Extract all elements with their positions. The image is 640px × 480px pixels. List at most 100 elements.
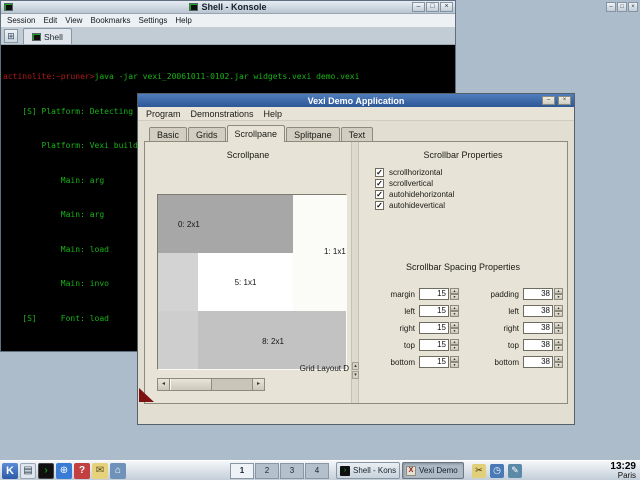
bottom-2-spinner-value[interactable]: 38 — [523, 356, 553, 368]
menu-demonstrations[interactable]: Demonstrations — [186, 109, 259, 119]
new-session-button[interactable]: ⊞ — [4, 29, 18, 43]
vexi-titlebar[interactable]: Vexi Demo Application – × — [138, 94, 574, 107]
pager-desktop-3[interactable]: 3 — [280, 463, 304, 479]
pager-desktop-1[interactable]: 1 — [230, 463, 254, 479]
panel-splitter[interactable]: ▴ ▾ — [351, 142, 359, 403]
spacing-row: margin 15 ▴▾ padding 38 ▴▾ — [361, 288, 563, 300]
spinner-down-icon[interactable]: ▾ — [450, 294, 459, 300]
check-icon: ✓ — [376, 168, 383, 177]
splitter-down-icon[interactable]: ▾ — [352, 371, 359, 379]
scrollpane-viewport[interactable]: 0: 2x1 5: 1x1 8: 2x1 1: 1x1 — [157, 194, 347, 370]
konsole-window-menu-button[interactable] — [3, 2, 14, 12]
konsole-launcher-icon[interactable]: › — [38, 463, 54, 479]
task-button-konsole[interactable]: › Shell - Kons — [336, 462, 400, 479]
top-spinner-value[interactable]: 15 — [419, 339, 449, 351]
checkbox-row: ✓ autohidehorizontal — [375, 190, 454, 199]
task-button-vexi[interactable]: X Vexi Demo — [402, 462, 464, 479]
spinner-down-icon[interactable]: ▾ — [450, 345, 459, 351]
menu-help[interactable]: Help — [171, 16, 195, 25]
spacing-heading: Scrollbar Spacing Properties — [359, 262, 567, 272]
grid-cell-8: 8: 2x1 — [198, 311, 347, 370]
vexi-menubar: Program Demonstrations Help — [138, 107, 574, 121]
tab-scrollpane[interactable]: Scrollpane — [227, 125, 286, 142]
spacing-row: top 15 ▴▾ top 38 ▴▾ — [361, 339, 563, 351]
tab-text[interactable]: Text — [341, 127, 374, 141]
terminal-icon — [4, 3, 13, 11]
right-2-spinner-value[interactable]: 38 — [523, 322, 553, 334]
checkbox-scrollhorizontal[interactable]: ✓ — [375, 168, 384, 177]
spinner-down-icon[interactable]: ▾ — [450, 362, 459, 368]
left-2-spinner-value[interactable]: 38 — [523, 305, 553, 317]
margin-spinner-value[interactable]: 15 — [419, 288, 449, 300]
menu-bookmarks[interactable]: Bookmarks — [86, 16, 134, 25]
maximize-icon[interactable]: □ — [617, 2, 627, 12]
task-label: Shell - Kons — [353, 466, 396, 475]
horizontal-scrollbar[interactable]: ◂ ▸ — [157, 378, 265, 391]
menu-edit[interactable]: Edit — [39, 16, 61, 25]
scroll-left-icon[interactable]: ◂ — [158, 379, 170, 390]
konsole-close-button[interactable]: × — [440, 2, 453, 12]
minimize-icon[interactable]: – — [606, 2, 616, 12]
scrollpane-demo-content: Scrollpane 0: 2x1 5: 1x1 8: 2x1 1: 1x1 ◂… — [144, 141, 568, 404]
terminal-line: actinolite:~pruner>java -jar vexi_200610… — [3, 71, 453, 83]
spinner-down-icon[interactable]: ▾ — [450, 311, 459, 317]
padding-spinner-value[interactable]: 38 — [523, 288, 553, 300]
checkbox-autohidevertical[interactable]: ✓ — [375, 201, 384, 210]
home-launcher-icon[interactable]: ⌂ — [110, 463, 126, 479]
clock-zone: Paris — [610, 471, 636, 480]
checkbox-label: scrollhorizontal — [389, 168, 442, 177]
konqueror-launcher-icon[interactable]: ⊕ — [56, 463, 72, 479]
mail-launcher-icon[interactable]: ✉ — [92, 463, 108, 479]
konsole-titlebar[interactable]: Shell - Konsole – □ × — [1, 1, 455, 14]
menu-program[interactable]: Program — [141, 109, 186, 119]
tab-basic[interactable]: Basic — [149, 127, 187, 141]
scrollbar-thumb[interactable] — [170, 379, 212, 390]
grid-cell-0: 0: 2x1 — [158, 195, 293, 253]
panel-clock[interactable]: 13:29 Paris — [610, 462, 636, 480]
right-spinner-value[interactable]: 15 — [419, 322, 449, 334]
menu-settings[interactable]: Settings — [134, 16, 171, 25]
spacing-row: left 15 ▴▾ left 38 ▴▾ — [361, 305, 563, 317]
scrollpane-heading: Scrollpane — [145, 150, 351, 160]
tab-splitpane[interactable]: Splitpane — [286, 127, 340, 141]
klipper-tray-icon[interactable]: ✂ — [472, 464, 486, 478]
properties-heading: Scrollbar Properties — [359, 150, 567, 160]
close-icon[interactable]: × — [628, 2, 638, 12]
checkbox-row: ✓ autohidevertical — [375, 201, 445, 210]
tab-grids[interactable]: Grids — [188, 127, 226, 141]
spinner-down-icon[interactable]: ▾ — [554, 362, 563, 368]
task-label: Vexi Demo — [419, 466, 458, 475]
scroll-right-icon[interactable]: ▸ — [252, 379, 264, 390]
scrollbar-properties-panel: Scrollbar Properties ✓ scrollhorizontal … — [359, 142, 567, 403]
bottom-spinner-value[interactable]: 15 — [419, 356, 449, 368]
konsole-minimize-button[interactable]: – — [412, 2, 425, 12]
help-launcher-icon[interactable]: ? — [74, 463, 90, 479]
spinner-down-icon[interactable]: ▾ — [554, 311, 563, 317]
left-spinner-value[interactable]: 15 — [419, 305, 449, 317]
konsole-menubar: Session Edit View Bookmarks Settings Hel… — [1, 14, 455, 28]
menu-session[interactable]: Session — [3, 16, 39, 25]
checkbox-autohidehorizontal[interactable]: ✓ — [375, 190, 384, 199]
spinner-down-icon[interactable]: ▾ — [554, 294, 563, 300]
menu-help[interactable]: Help — [259, 109, 288, 119]
clock-tray-icon[interactable]: ◷ — [490, 464, 504, 478]
pager-desktop-2[interactable]: 2 — [255, 463, 279, 479]
resize-grip[interactable] — [139, 388, 154, 402]
scrollpane-demo-panel: Scrollpane 0: 2x1 5: 1x1 8: 2x1 1: 1x1 ◂… — [145, 142, 351, 403]
pager-desktop-4[interactable]: 4 — [305, 463, 329, 479]
kmenu-button[interactable]: K — [2, 463, 18, 479]
top-2-spinner-value[interactable]: 38 — [523, 339, 553, 351]
tab-shell[interactable]: Shell — [23, 28, 72, 44]
checkbox-row: ✓ scrollvertical — [375, 179, 433, 188]
splitter-up-icon[interactable]: ▴ — [352, 362, 359, 370]
notes-tray-icon[interactable]: ✎ — [508, 464, 522, 478]
vexi-close-button[interactable]: × — [558, 96, 571, 105]
show-desktop-icon[interactable]: ▤ — [20, 463, 36, 479]
spinner-down-icon[interactable]: ▾ — [554, 345, 563, 351]
spinner-down-icon[interactable]: ▾ — [450, 328, 459, 334]
checkbox-scrollvertical[interactable]: ✓ — [375, 179, 384, 188]
spinner-down-icon[interactable]: ▾ — [554, 328, 563, 334]
menu-view[interactable]: View — [61, 16, 86, 25]
konsole-maximize-button[interactable]: □ — [426, 2, 439, 12]
vexi-minimize-button[interactable]: – — [542, 96, 555, 105]
